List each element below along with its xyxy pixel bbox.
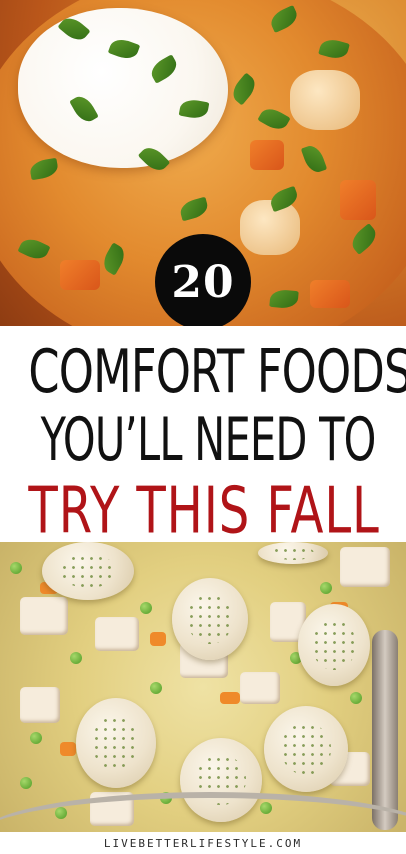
- footer: LIVEBETTERLIFESTYLE.COM: [0, 832, 406, 854]
- dumpling: [258, 542, 328, 564]
- title-band: COMFORT FOODS YOU’LL NEED TO TRY THIS FA…: [0, 326, 406, 549]
- title-line-3: TRY THIS FALL: [28, 474, 380, 549]
- title-line-1: COMFORT FOODS: [28, 338, 406, 407]
- carrot-chunk: [250, 140, 284, 170]
- pea: [150, 682, 162, 694]
- title-line-2: YOU’LL NEED TO: [40, 406, 377, 475]
- carrot-piece: [150, 632, 166, 646]
- pea: [30, 732, 42, 744]
- dumplings-photo: [0, 542, 406, 832]
- pan-rim: [0, 792, 406, 832]
- chicken-piece: [20, 597, 68, 635]
- pea: [140, 602, 152, 614]
- pea: [20, 777, 32, 789]
- spoon: [372, 630, 398, 830]
- chicken-piece: [240, 672, 280, 704]
- number-badge: 20: [155, 234, 251, 330]
- carrot-chunk: [310, 280, 350, 308]
- dumpling: [76, 698, 156, 788]
- chicken-piece: [20, 687, 60, 723]
- pea: [320, 582, 332, 594]
- carrot-piece: [60, 742, 76, 756]
- chicken-piece: [95, 617, 139, 651]
- sour-cream-dollop: [18, 8, 228, 168]
- potato-chunk: [240, 200, 300, 255]
- badge-number: 20: [171, 256, 235, 308]
- carrot-chunk: [340, 180, 376, 220]
- potato-chunk: [290, 70, 360, 130]
- chicken-piece: [340, 547, 390, 587]
- pea: [10, 562, 22, 574]
- site-url: LIVEBETTERLIFESTYLE.COM: [103, 836, 303, 850]
- pea: [350, 692, 362, 704]
- dumpling: [264, 706, 348, 792]
- dumpling: [298, 604, 370, 686]
- pea: [70, 652, 82, 664]
- carrot-chunk: [60, 260, 100, 290]
- dumpling: [172, 578, 248, 660]
- dumpling: [42, 542, 134, 600]
- pin-graphic: 20 COMFORT FOODS YOU’LL NEED TO TRY THIS…: [0, 0, 406, 854]
- carrot-piece: [220, 692, 240, 704]
